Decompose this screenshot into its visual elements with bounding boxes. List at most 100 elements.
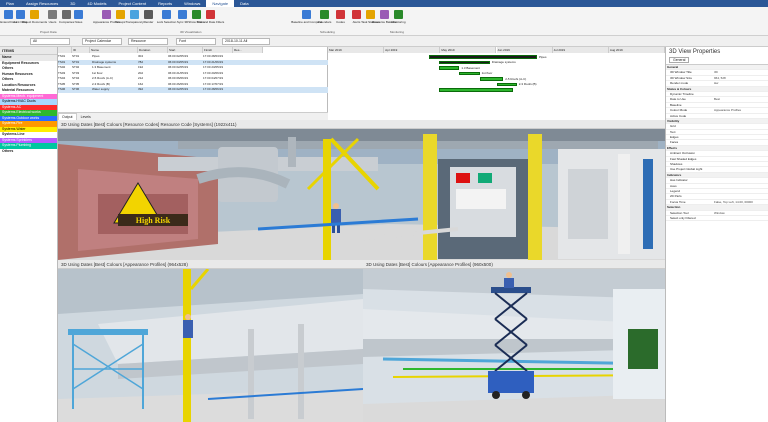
property-value: False, Top Left, 14.00, 00000: [714, 199, 753, 204]
gantt-bar[interactable]: [496, 82, 517, 86]
ribbon-project-documents-button[interactable]: Project Documents: [22, 10, 47, 24]
grid-column-header[interactable]: [58, 47, 72, 53]
ribbon-notes-button[interactable]: Notes: [72, 10, 85, 24]
ribbon-label: Notes: [74, 20, 83, 24]
property-key: Use Project Global Light: [670, 167, 703, 172]
property-value: Hw: [714, 81, 719, 86]
menu-item-reports[interactable]: Reports: [152, 0, 178, 7]
property-key: 3D Window Size: [670, 75, 693, 80]
property-row[interactable]: Select only Filtered: [666, 215, 768, 222]
gantt-bar[interactable]: [479, 77, 504, 81]
property-value: [714, 92, 768, 96]
grid-column-header[interactable]: Duration: [138, 47, 168, 53]
gantt-bar-label: Pipes: [538, 54, 547, 59]
grid-column-header[interactable]: ID: [72, 47, 90, 53]
menu-item-plan[interactable]: Plan: [0, 0, 20, 7]
ribbon-label: Alerts: [352, 20, 361, 24]
property-key: Visibility: [667, 118, 680, 123]
gantt-bar-label: Drainage systems: [491, 60, 516, 64]
ribbon-resource-balance-button[interactable]: Resource Balance: [372, 10, 397, 24]
menu-item-navigate[interactable]: Navigate: [206, 0, 235, 7]
calendar-combo[interactable]: Project Calendar: [82, 38, 122, 45]
ribbon-icon: [352, 10, 361, 19]
property-key: Grid: [670, 124, 676, 129]
gantt-bar[interactable]: [439, 88, 514, 92]
table-cell-code: ST06: [72, 87, 80, 91]
property-key: Faces: [670, 140, 679, 145]
ribbon-icon: [16, 10, 25, 19]
menu-item-project-content[interactable]: Project Content: [113, 0, 153, 7]
ribbon-label: Transparency: [125, 20, 144, 24]
ribbon-group-label: Monitoring: [390, 30, 405, 34]
property-value: [714, 65, 768, 69]
ribbon-calendars-button[interactable]: Calendars: [318, 10, 331, 24]
property-value: [714, 130, 768, 134]
property-value: [714, 157, 768, 161]
property-key: 3D Window Title: [670, 70, 692, 75]
menu-item-4d-models[interactable]: 4D Models: [81, 0, 112, 7]
property-value: 3D: [714, 70, 718, 75]
grid-column-header[interactable]: Start: [168, 47, 203, 53]
ribbon-baseline-and-compare-button[interactable]: Baseline and Compare: [291, 10, 322, 24]
property-value: [714, 189, 768, 193]
ribbon-users-button[interactable]: Users: [46, 10, 59, 24]
gantt-bar[interactable]: [429, 55, 537, 59]
ribbon-label: Calendars: [317, 20, 332, 24]
gantt-bar[interactable]: [439, 60, 490, 64]
ribbon-monitoring-button[interactable]: Monitoring: [391, 10, 406, 24]
gantt-bar-label: 2-3 Roofs (B): [518, 82, 537, 86]
tab-general[interactable]: General: [669, 57, 690, 63]
left-3d-view[interactable]: [58, 269, 363, 422]
table-cell-dur: 39d: [138, 87, 144, 91]
property-key: Baseline: [670, 102, 682, 107]
table-cell-finish: 17:00 28/06/19: [203, 87, 224, 91]
resource-combo[interactable]: Resource: [128, 38, 168, 45]
grid-column-header[interactable]: Name: [90, 47, 138, 53]
menu-item-3d[interactable]: 3D: [64, 0, 81, 7]
properties-title: 3D View Properties: [669, 49, 721, 55]
ribbon-label: Users: [48, 20, 57, 24]
property-value: [714, 103, 768, 107]
right-3d-view[interactable]: [363, 269, 665, 422]
gantt-bar[interactable]: [459, 71, 480, 75]
ribbon-sync-3d-button[interactable]: Sync 3D: [176, 10, 189, 24]
property-value: [714, 194, 768, 198]
grid-column-header[interactable]: Res...: [233, 47, 263, 53]
filter-combo[interactable]: All: [30, 38, 70, 45]
table-row[interactable]: TS06 ST06 Water supply 39d 06:00 02/05/19 17:…: [58, 87, 328, 93]
ribbon: Extend Data Link Data Project Documents Use…: [0, 7, 768, 36]
gantt-bar[interactable]: [439, 66, 460, 70]
property-key: Fast Shaded Edges: [670, 156, 697, 161]
gantt-month-header: Aug 2019: [608, 47, 665, 53]
ribbon-lock-selection-button[interactable]: Lock Selection: [157, 10, 176, 24]
ribbon-codes-button[interactable]: Codes: [334, 10, 347, 24]
ribbon-transparency-button[interactable]: Transparency: [125, 10, 144, 24]
property-key: General: [667, 65, 679, 69]
ribbon-icon: [130, 10, 139, 19]
ribbon-appearance-profiles-button[interactable]: Appearance Profiles: [93, 10, 120, 24]
property-value: Appearance Profiles: [714, 108, 742, 113]
date-combo[interactable]: 2018-10-11 All: [222, 38, 270, 45]
ribbon-icon: [144, 10, 153, 19]
property-value: Best: [714, 97, 721, 102]
property-value: [714, 135, 768, 139]
grid-column-header[interactable]: Finish: [203, 47, 233, 53]
property-key: Select only Filtered: [670, 215, 696, 220]
ribbon-label: Sync 3D: [176, 20, 189, 24]
ribbon-text-and-date-filters-button[interactable]: Text and Date Filters: [197, 10, 224, 24]
property-value: [714, 146, 768, 150]
ribbon-render-button[interactable]: Render: [142, 10, 155, 24]
ribbon-icon: [394, 10, 403, 19]
ribbon-icon: [162, 10, 171, 19]
main-3d-view[interactable]: High Risk: [58, 129, 665, 260]
ribbon-icon: [48, 10, 57, 19]
font-combo[interactable]: Font: [176, 38, 216, 45]
menu-item-windows[interactable]: Windows: [178, 0, 206, 7]
menu-item-data[interactable]: Data: [234, 0, 254, 7]
menu-item-assign-resources[interactable]: Assign Resources: [20, 0, 64, 7]
ribbon-label: Monitoring: [391, 20, 406, 24]
ribbon-icon: [336, 10, 345, 19]
table-cell-name: Water supply: [92, 87, 110, 91]
ribbon-icon: [102, 10, 111, 19]
resource-code-row[interactable]: Others: [0, 148, 57, 154]
